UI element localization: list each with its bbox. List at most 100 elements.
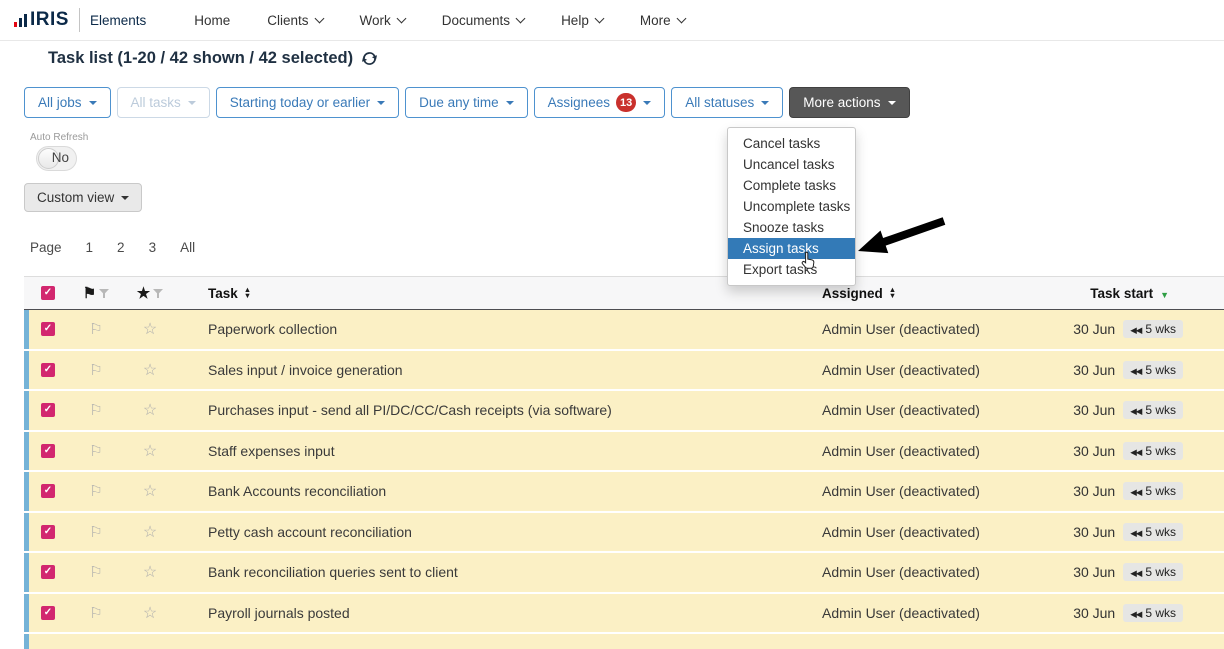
auto-refresh-toggle[interactable]: No — [36, 146, 77, 171]
assigned-column-header[interactable]: Assigned — [822, 286, 1048, 301]
flag-icon[interactable] — [89, 563, 102, 581]
row-checkbox[interactable] — [41, 322, 55, 336]
row-checkbox[interactable] — [41, 444, 55, 458]
more-actions-button[interactable]: More actions — [789, 87, 909, 118]
flag-icon[interactable] — [89, 401, 102, 419]
start-date: 30 Jun — [1073, 321, 1115, 337]
table-row[interactable]: Bank reconciliation queries sent to clie… — [24, 553, 1224, 592]
nav-menu: Home Clients Work Documents Help More — [194, 13, 721, 28]
rewind-icon — [1130, 403, 1145, 417]
nav-item-more[interactable]: More — [640, 13, 685, 28]
task-column-header[interactable]: Task — [176, 286, 822, 301]
task-name[interactable]: Sales input / invoice generation — [176, 362, 822, 378]
nav-item-work[interactable]: Work — [360, 13, 405, 28]
flag-cell — [68, 401, 124, 419]
table-row[interactable]: Petty cash account reconciliationAdmin U… — [24, 513, 1224, 552]
star-icon[interactable] — [143, 441, 157, 461]
task-name[interactable]: Payroll journals posted — [176, 605, 822, 621]
nav-item-label: Work — [360, 13, 391, 28]
flag-cell — [68, 442, 124, 460]
table-row[interactable]: Staff expenses inputAdmin User (deactiva… — [24, 432, 1224, 471]
flag-column-header[interactable] — [68, 284, 124, 302]
select-all-checkbox[interactable] — [41, 286, 55, 300]
custom-view-button[interactable]: Custom view — [24, 183, 142, 212]
star-icon[interactable] — [143, 319, 157, 339]
all-jobs-button[interactable]: All jobs — [24, 87, 111, 118]
chevron-down-icon — [676, 13, 686, 23]
task-name[interactable]: Purchases input - send all PI/DC/CC/Cash… — [176, 402, 822, 418]
star-icon[interactable] — [143, 481, 157, 501]
menu-item-snooze-tasks[interactable]: Snooze tasks — [728, 217, 855, 238]
flag-icon[interactable] — [89, 604, 102, 622]
page-link-1[interactable]: 1 — [86, 240, 94, 255]
filter-funnel-icon[interactable] — [99, 289, 109, 298]
table-row[interactable]: Bank Accounts reconciliationAdmin User (… — [24, 472, 1224, 511]
row-checkbox[interactable] — [41, 525, 55, 539]
caret-down-icon — [643, 101, 651, 105]
nav-item-home[interactable]: Home — [194, 13, 230, 28]
row-checkbox[interactable] — [41, 565, 55, 579]
row-checkbox[interactable] — [41, 403, 55, 417]
iris-elements-logo[interactable]: IRIS Elements — [14, 8, 146, 32]
filter-funnel-icon[interactable] — [153, 289, 163, 298]
menu-item-assign-tasks[interactable]: Assign tasks — [728, 238, 855, 259]
row-checkbox[interactable] — [41, 484, 55, 498]
menu-item-cancel-tasks[interactable]: Cancel tasks — [728, 133, 855, 154]
task-name[interactable]: Bank reconciliation queries sent to clie… — [176, 564, 822, 580]
star-icon[interactable] — [143, 562, 157, 582]
star-icon[interactable] — [143, 522, 157, 542]
flag-icon[interactable] — [89, 442, 102, 460]
nav-item-documents[interactable]: Documents — [442, 13, 524, 28]
menu-item-complete-tasks[interactable]: Complete tasks — [728, 175, 855, 196]
table-row-partial — [24, 634, 1224, 649]
table-row[interactable]: Purchases input - send all PI/DC/CC/Cash… — [24, 391, 1224, 430]
task-name[interactable]: Bank Accounts reconciliation — [176, 483, 822, 499]
flag-icon[interactable] — [89, 320, 102, 338]
weeks-ago-badge: 5 wks — [1123, 361, 1183, 379]
table-row[interactable]: Payroll journals postedAdmin User (deact… — [24, 594, 1224, 633]
row-checkbox[interactable] — [41, 606, 55, 620]
star-column-header[interactable] — [124, 284, 176, 302]
star-icon[interactable] — [143, 400, 157, 420]
table-row[interactable]: Paperwork collectionAdmin User (deactiva… — [24, 310, 1224, 349]
nav-item-clients[interactable]: Clients — [267, 13, 322, 28]
row-checkbox[interactable] — [41, 363, 55, 377]
iris-bars-icon — [14, 14, 27, 27]
task-name[interactable]: Petty cash account reconciliation — [176, 524, 822, 540]
flag-cell — [68, 523, 124, 541]
flag-icon[interactable] — [89, 482, 102, 500]
table-row[interactable]: Sales input / invoice generationAdmin Us… — [24, 351, 1224, 390]
menu-item-export-tasks[interactable]: Export tasks — [728, 259, 855, 280]
task-name[interactable]: Paperwork collection — [176, 321, 822, 337]
refresh-icon[interactable] — [362, 51, 377, 66]
task-start-cell: 30 Jun5 wks — [1048, 320, 1224, 338]
menu-item-uncancel-tasks[interactable]: Uncancel tasks — [728, 154, 855, 175]
custom-view-label: Custom view — [37, 190, 114, 205]
flag-icon[interactable] — [89, 523, 102, 541]
top-navigation-bar: IRIS Elements Home Clients Work Documents He… — [0, 0, 1224, 41]
star-icon[interactable] — [143, 603, 157, 623]
caret-down-icon — [188, 101, 196, 105]
assignees-button[interactable]: Assignees13 — [534, 87, 666, 118]
flag-icon[interactable] — [89, 361, 102, 379]
star-icon[interactable] — [143, 360, 157, 380]
rewind-icon — [1130, 525, 1145, 539]
filter-button-label: All tasks — [131, 95, 181, 110]
page-link-3[interactable]: 3 — [149, 240, 157, 255]
starting-today-or-earlier-button[interactable]: Starting today or earlier — [216, 87, 399, 118]
page-link-2[interactable]: 2 — [117, 240, 125, 255]
page-link-all[interactable]: All — [180, 240, 195, 255]
due-any-time-button[interactable]: Due any time — [405, 87, 528, 118]
nav-item-label: Clients — [267, 13, 308, 28]
nav-item-label: Documents — [442, 13, 510, 28]
task-start-column-header[interactable]: Task start — [1048, 286, 1224, 301]
menu-item-uncomplete-tasks[interactable]: Uncomplete tasks — [728, 196, 855, 217]
task-name[interactable]: Staff expenses input — [176, 443, 822, 459]
weeks-ago-label: 5 wks — [1145, 565, 1176, 579]
weeks-ago-badge: 5 wks — [1123, 604, 1183, 622]
nav-item-label: More — [640, 13, 671, 28]
assigned-user: Admin User (deactivated) — [822, 524, 1048, 540]
checkbox-cell — [24, 322, 68, 336]
nav-item-help[interactable]: Help — [561, 13, 603, 28]
all-statuses-button[interactable]: All statuses — [671, 87, 783, 118]
